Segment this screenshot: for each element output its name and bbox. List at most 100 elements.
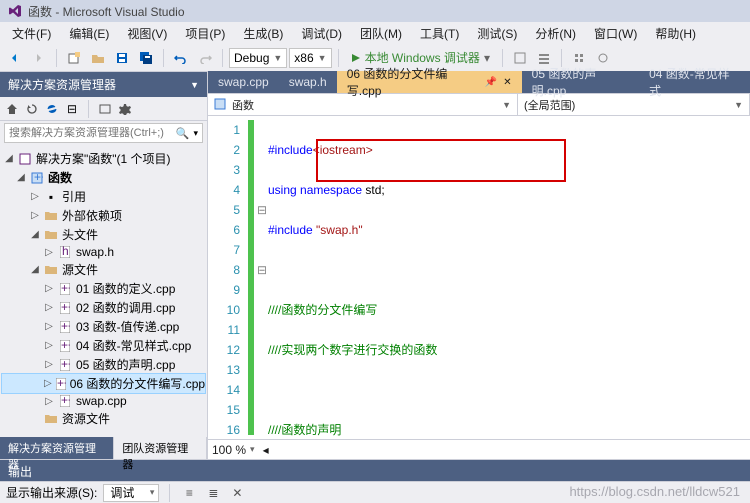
vs-logo-icon [8, 4, 22, 18]
toolbar-separator [169, 484, 170, 502]
cpp-file-icon: ++ [58, 282, 72, 296]
save-button[interactable] [111, 47, 133, 69]
output-icon[interactable]: ≡ [180, 484, 198, 502]
nav-forward-button[interactable] [28, 47, 50, 69]
doc-tab[interactable]: 05 函数的声明.cpp [522, 71, 639, 93]
menu-team[interactable]: 团队(M) [352, 23, 410, 44]
tab-label: swap.cpp [218, 75, 269, 89]
properties-icon[interactable] [117, 101, 133, 117]
menu-view[interactable]: 视图(V) [119, 23, 175, 44]
tab-label: swap.h [289, 75, 327, 89]
chevron-down-icon[interactable]: ▾ [250, 444, 255, 455]
start-debug-button[interactable]: 本地 Windows 调试器 ▾ [345, 49, 496, 66]
collapse-icon[interactable]: ⊟ [64, 101, 80, 117]
doc-tab[interactable]: swap.cpp [208, 71, 279, 93]
open-button[interactable] [87, 47, 109, 69]
doc-tab[interactable]: 04 函数-常见样式 [639, 71, 750, 93]
toolbar-icon[interactable] [509, 47, 531, 69]
menu-build[interactable]: 生成(B) [235, 23, 291, 44]
chevron-down-icon: ▼ [318, 53, 327, 63]
menu-analyze[interactable]: 分析(N) [527, 23, 584, 44]
node-label: 函数 [48, 169, 72, 186]
file-node[interactable]: ▷++02 函数的调用.cpp [2, 298, 205, 317]
file-node[interactable]: ▷hswap.h [2, 244, 205, 260]
sync-icon[interactable] [44, 101, 60, 117]
editor-area: swap.cpp swap.h 06 函数的分文件编写.cpp📌✕ 05 函数的… [208, 72, 750, 459]
output-source-combo[interactable]: 调试 ▾ [103, 484, 159, 502]
search-input[interactable] [9, 127, 176, 139]
file-node[interactable]: ▷++03 函数-值传递.cpp [2, 317, 205, 336]
panel-dropdown-icon[interactable]: ▼ [190, 80, 199, 90]
menu-file[interactable]: 文件(F) [4, 23, 59, 44]
cpp-file-icon: ++ [56, 377, 66, 391]
sources-node[interactable]: ◢源文件 [2, 260, 205, 279]
fold-column[interactable]: ⊟⊟ [256, 116, 268, 439]
resources-node[interactable]: 资源文件 [2, 409, 205, 428]
refs-node[interactable]: ▷▪引用 [2, 187, 205, 206]
close-icon[interactable]: ✕ [503, 77, 511, 88]
scroll-left-icon[interactable]: ◂ [263, 443, 269, 457]
svg-text:++: ++ [61, 283, 70, 295]
file-node[interactable]: ▷++swap.cpp [2, 393, 205, 409]
doc-tab-active[interactable]: 06 函数的分文件编写.cpp📌✕ [337, 71, 522, 93]
node-label: 06 函数的分文件编写.cpp [70, 375, 205, 392]
cpp-file-icon: ++ [58, 320, 72, 334]
platform-combo[interactable]: x86▼ [289, 48, 331, 68]
play-icon [351, 53, 361, 63]
file-node[interactable]: ▷++01 函数的定义.cpp [2, 279, 205, 298]
member-label: (全局范围) [524, 97, 575, 113]
extdep-node[interactable]: ▷外部依赖项 [2, 206, 205, 225]
file-node[interactable]: ▷++05 函数的声明.cpp [2, 355, 205, 374]
output-icon[interactable]: ≣ [204, 484, 222, 502]
search-icon: 🔍 [176, 127, 190, 140]
node-label: 源文件 [62, 261, 98, 278]
menu-project[interactable]: 项目(P) [177, 23, 233, 44]
toolbar-separator [338, 49, 339, 67]
chevron-down-icon: ▾ [150, 487, 155, 498]
tab-solution-explorer[interactable]: 解决方案资源管理器 [0, 437, 114, 459]
home-icon[interactable] [4, 101, 20, 117]
node-label: 头文件 [62, 226, 98, 243]
save-all-button[interactable] [135, 47, 157, 69]
redo-button[interactable] [194, 47, 216, 69]
show-all-icon[interactable] [97, 101, 113, 117]
menu-window[interactable]: 窗口(W) [586, 23, 645, 44]
svg-text:h: h [62, 246, 69, 258]
config-combo[interactable]: Debug▼ [229, 48, 287, 68]
output-clear-icon[interactable]: ✕ [228, 484, 246, 502]
menu-tools[interactable]: 工具(T) [412, 23, 467, 44]
doc-tab[interactable]: swap.h [279, 71, 337, 93]
node-label: swap.cpp [76, 394, 127, 408]
menu-debug[interactable]: 调试(D) [293, 23, 350, 44]
cpp-file-icon: ++ [58, 339, 72, 353]
menu-edit[interactable]: 编辑(E) [61, 23, 117, 44]
tab-team-explorer[interactable]: 团队资源管理器 [114, 437, 207, 459]
solution-search[interactable]: 🔍 ▾ [4, 123, 203, 143]
menu-test[interactable]: 测试(S) [469, 23, 525, 44]
output-title-label: 输出 [8, 465, 32, 479]
scope-combo[interactable]: 函数 ▼ [208, 94, 518, 115]
code-editor[interactable]: 12345678910111213141516 ⊟⊟ #include<iost… [208, 116, 750, 439]
member-combo[interactable]: (全局范围) ▼ [518, 94, 750, 115]
node-label: 04 函数-常见样式.cpp [76, 337, 191, 354]
refresh-icon[interactable] [24, 101, 40, 117]
node-label: 外部依赖项 [62, 207, 122, 224]
menu-help[interactable]: 帮助(H) [647, 23, 704, 44]
file-node[interactable]: ▷++04 函数-常见样式.cpp [2, 336, 205, 355]
svg-text:++: ++ [57, 378, 66, 390]
project-node[interactable]: ◢++函数 [2, 168, 205, 187]
file-node-selected[interactable]: ▷++06 函数的分文件编写.cpp [2, 374, 205, 393]
solution-node[interactable]: ◢解决方案"函数"(1 个项目) [2, 149, 205, 168]
undo-button[interactable] [170, 47, 192, 69]
new-project-button[interactable] [63, 47, 85, 69]
code-content[interactable]: #include<iostream> using namespace std; … [268, 116, 750, 439]
solution-icon [18, 152, 32, 166]
node-label: 资源文件 [62, 410, 110, 427]
nav-back-button[interactable] [4, 47, 26, 69]
pin-icon[interactable]: 📌 [485, 77, 497, 88]
zoom-level[interactable]: 100 % [212, 443, 246, 457]
headers-node[interactable]: ◢头文件 [2, 225, 205, 244]
run-label: 本地 Windows 调试器 [365, 49, 480, 66]
refs-icon: ▪ [44, 190, 58, 204]
svg-text:++: ++ [61, 340, 70, 352]
